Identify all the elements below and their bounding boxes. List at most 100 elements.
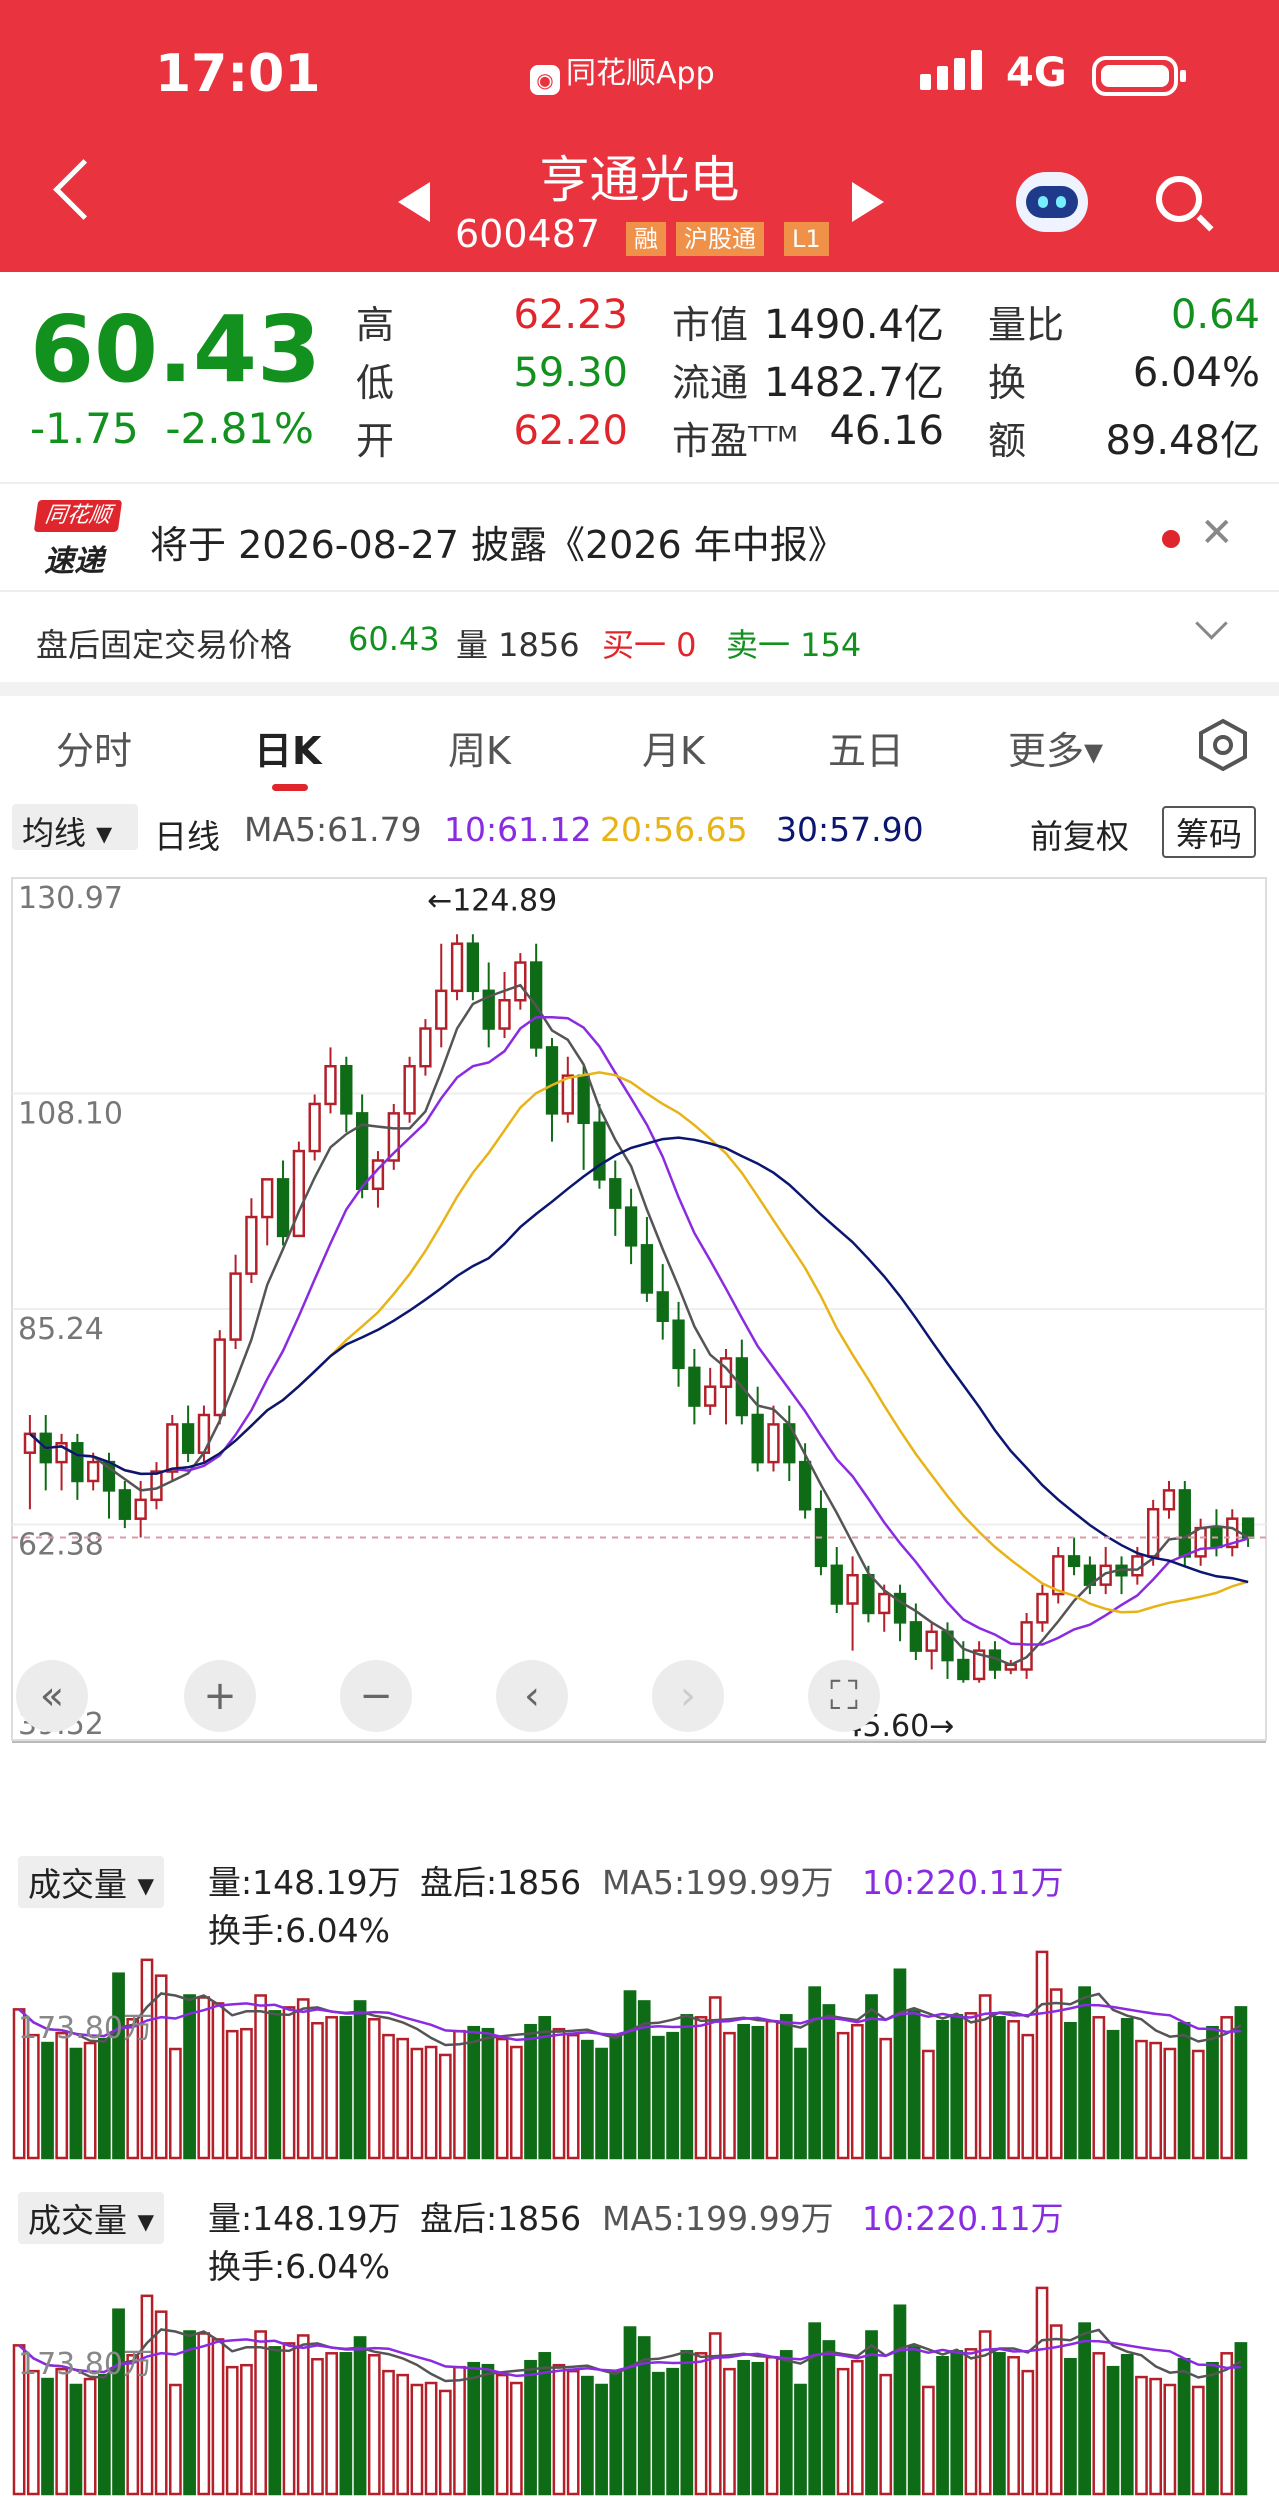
candle-body	[1067, 1555, 1081, 1568]
quote-label: 开	[356, 419, 395, 463]
indicator-dropdown[interactable]: 均线 ▾	[12, 804, 138, 852]
tab-monthly-k[interactable]: 月K	[642, 720, 705, 775]
x-tick-label: 07-29	[1019, 1758, 1112, 1760]
ma-legend: 均线 ▾ 日线 MA5:61.79 10:61.12 20:56.65 30:5…	[0, 800, 1279, 860]
battery-icon	[1092, 56, 1186, 96]
candle-body	[229, 1272, 242, 1341]
volume-bar	[1163, 2383, 1177, 2496]
zoom-in-button[interactable]: +	[184, 1660, 256, 1732]
volume-axis-label: 173.80万	[18, 2347, 153, 2382]
candle-body	[545, 1046, 559, 1115]
tab-more[interactable]: 更多▾	[1008, 720, 1103, 775]
volume-bar	[1191, 2385, 1205, 2496]
kline-svg: 130.97108.1085.2462.3839.52←124.8945.60→…	[11, 877, 1267, 1796]
volume-dropdown[interactable]: 成交量 ▾	[18, 1856, 165, 1908]
badge-top: 同花顺	[33, 500, 123, 532]
volume-bar	[1135, 2375, 1148, 2496]
volume-bar	[723, 2031, 736, 2160]
volume-bar	[509, 2381, 523, 2496]
notice-bar[interactable]: 同花顺 速递 将于 2026-08-27 披露《2026 年中报》 ✕	[0, 482, 1279, 592]
volume-bar	[240, 2027, 253, 2160]
volume-bar	[396, 2037, 410, 2160]
volume-ma10: 10:220.11万	[862, 1863, 1064, 1902]
volume-bar	[254, 2330, 267, 2496]
ma30-value: 30:57.90	[776, 810, 924, 849]
rewind-button[interactable]: «	[16, 1660, 88, 1732]
volume-bar	[367, 2018, 381, 2160]
zoom-out-button[interactable]: −	[340, 1660, 412, 1732]
candle-body	[292, 1149, 306, 1238]
volume-panel-1: 成交量 ▾ 量:148.19万 盘后:1856 MA5:199.99万 10:2…	[0, 1840, 1279, 2160]
candle-body	[134, 1498, 147, 1520]
candle-body	[435, 989, 448, 1030]
volume-bar	[552, 2363, 566, 2496]
volume-dropdown-2[interactable]: 成交量 ▾	[18, 2192, 165, 2244]
quote-label: 高	[356, 303, 395, 347]
volume-bar	[1120, 2354, 1134, 2496]
last-price: 60.43	[30, 296, 322, 403]
search-icon[interactable]	[1156, 176, 1202, 222]
margin-tag: 融	[626, 222, 666, 256]
volume-value: 量:148.19万	[208, 1863, 401, 1902]
candle-body	[704, 1385, 717, 1407]
candle-body	[846, 1573, 859, 1605]
chips-button[interactable]: 筹码	[1162, 806, 1256, 858]
volume-bar	[1206, 2361, 1219, 2496]
candle-body	[1147, 1508, 1160, 1558]
volume-bar	[254, 1994, 267, 2160]
candle-body	[1178, 1489, 1191, 1558]
kline-chart[interactable]: 130.97108.1085.2462.3839.52←124.8945.60→…	[0, 860, 1279, 1796]
scroll-left-button[interactable]: ‹	[496, 1660, 568, 1732]
volume-bar	[509, 2045, 523, 2160]
candle-body	[878, 1592, 891, 1615]
volume-bar	[211, 2002, 225, 2160]
scroll-right-button[interactable]: ›	[652, 1660, 724, 1732]
after-hours-bar[interactable]: 盘后固定交易价格 60.43 量 1856 买一 0 卖一 154	[0, 590, 1279, 684]
volume-bar	[652, 2371, 665, 2496]
volume-bar	[850, 2359, 864, 2496]
tab-intraday[interactable]: 分时	[56, 720, 132, 775]
volume-bar	[325, 2352, 339, 2496]
volume-bar	[55, 2031, 69, 2160]
x-tick-label: 06-08	[204, 1758, 297, 1760]
tab-weekly-k[interactable]: 周K	[448, 720, 511, 775]
candle-body	[71, 1442, 84, 1483]
volume-bar	[850, 2023, 864, 2160]
volume-bar	[921, 2385, 935, 2496]
volume-bar	[1007, 2356, 1020, 2496]
adjust-mode[interactable]: 前复权	[1030, 810, 1129, 858]
active-tab-indicator	[272, 784, 308, 791]
volume-bar	[26, 2369, 40, 2496]
volume-bar	[652, 2035, 665, 2160]
volume-bar	[453, 2365, 466, 2496]
robot-assistant-icon[interactable]	[1016, 172, 1088, 232]
candle-body	[245, 1215, 258, 1275]
fullscreen-button[interactable]: ⛶	[808, 1660, 880, 1732]
volume-bar	[1177, 2357, 1191, 2496]
volume-bar	[595, 2383, 608, 2496]
tab-daily-k[interactable]: 日K	[254, 720, 321, 775]
volume-bar	[680, 2350, 694, 2496]
settings-hexagon-icon[interactable]	[1196, 718, 1250, 772]
quote-label: 换	[988, 361, 1027, 405]
volume-bar	[41, 2377, 54, 2496]
volume-bar	[1035, 1950, 1049, 2160]
level-tag: L1	[784, 222, 829, 256]
volume-bar	[552, 2027, 566, 2160]
tab-five-day[interactable]: 五日	[828, 720, 904, 775]
candle-body	[624, 1206, 638, 1247]
volume-bar	[296, 2334, 310, 2496]
app-name: ◉ 同花顺App	[530, 48, 715, 95]
period-label: 日线	[154, 817, 220, 856]
candle-body	[213, 1338, 226, 1417]
expand-chevron-icon[interactable]	[1195, 607, 1228, 640]
close-icon[interactable]: ✕	[1200, 510, 1234, 556]
volume-bar	[808, 1986, 822, 2160]
volume-bar	[893, 2304, 907, 2496]
candle-body	[466, 942, 480, 993]
after-hours-price: 60.43	[348, 620, 440, 658]
volume-bar	[26, 2033, 40, 2160]
volume-bar	[1149, 2377, 1163, 2496]
volume-bar	[964, 2348, 978, 2496]
quote-label: 额	[988, 419, 1027, 463]
